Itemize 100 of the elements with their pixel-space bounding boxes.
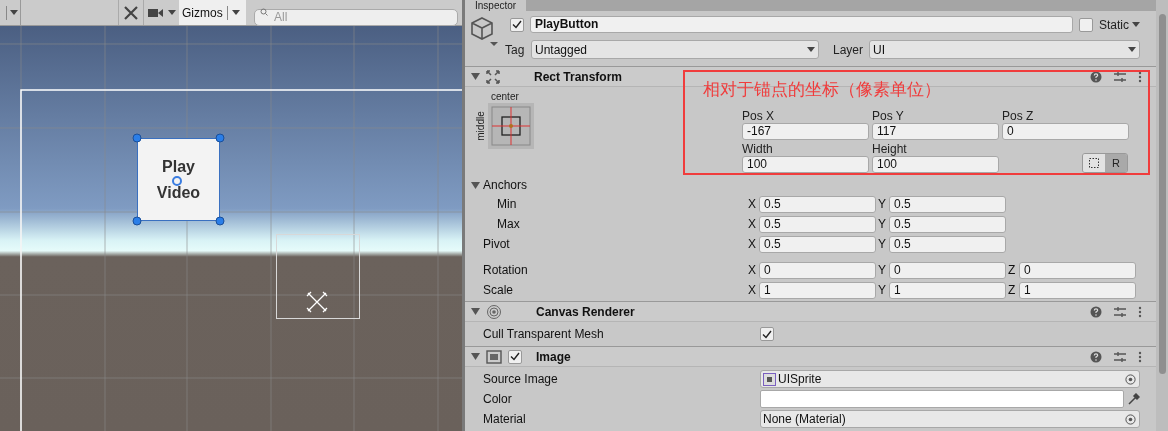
number-field[interactable]: 0.5 <box>889 235 1006 253</box>
axis-label: Z <box>1008 282 1017 299</box>
tag-label: Tag <box>504 41 526 59</box>
gizmos-dropdown[interactable]: Gizmos <box>179 0 246 25</box>
foldout-arrow-icon[interactable] <box>471 308 480 315</box>
number-field[interactable]: 1 <box>759 281 876 299</box>
inspector-tab[interactable]: Inspector <box>465 0 527 11</box>
resize-handle[interactable] <box>132 216 142 226</box>
blueprint-mode-button[interactable] <box>1083 154 1105 172</box>
caret-icon <box>231 10 240 15</box>
axis-label: X <box>748 196 757 213</box>
presets-icon[interactable] <box>1114 70 1126 83</box>
axis-label: Z <box>1008 262 1017 279</box>
static-checkbox[interactable] <box>1079 17 1093 32</box>
caret-icon <box>10 10 18 15</box>
caret-icon <box>807 47 815 52</box>
dashed-square-icon <box>1089 158 1099 168</box>
layer-label: Layer <box>832 41 865 59</box>
help-icon[interactable] <box>1090 305 1102 318</box>
anchors-label[interactable]: Anchors <box>483 176 528 194</box>
object-field[interactable]: None (Material) <box>760 410 1140 428</box>
anchor-horizontal-label: center <box>491 91 519 103</box>
checkbox[interactable] <box>760 327 774 341</box>
image-icon <box>486 349 502 364</box>
field-label: Pos Y <box>872 109 905 123</box>
component-title: Canvas Renderer <box>536 303 636 321</box>
axis-label: X <box>748 216 757 233</box>
component-header[interactable]: Canvas Renderer <box>465 301 1156 322</box>
property-label: Scale <box>482 282 515 299</box>
foldout-arrow-icon[interactable] <box>471 353 480 360</box>
number-field[interactable]: 0 <box>759 261 876 279</box>
property-label: Material <box>483 411 527 428</box>
number-field[interactable]: 1 <box>889 281 1006 299</box>
layer-dropdown[interactable]: UI <box>869 40 1140 59</box>
axis-label: Y <box>878 282 887 299</box>
cube-icon[interactable] <box>470 16 498 46</box>
number-field[interactable]: 0 <box>1019 261 1136 279</box>
property-label: Max <box>496 216 521 233</box>
axis-label: Y <box>878 216 887 233</box>
number-field[interactable]: 0.5 <box>759 235 876 253</box>
active-checkbox[interactable] <box>510 17 524 32</box>
number-field[interactable]: 0.5 <box>889 215 1006 233</box>
eyedropper-icon[interactable] <box>1128 393 1140 405</box>
number-field[interactable]: 0.5 <box>759 195 876 213</box>
resize-handle[interactable] <box>215 216 225 226</box>
resize-handle[interactable] <box>132 133 142 143</box>
pivot-handle[interactable] <box>172 176 182 186</box>
enable-checkbox[interactable] <box>508 349 522 364</box>
caret-icon <box>167 10 176 15</box>
color-field[interactable] <box>760 390 1124 408</box>
component-title: Rect Transform <box>534 68 624 86</box>
search-field[interactable]: All <box>254 8 458 26</box>
object-picker-icon[interactable] <box>1125 373 1136 385</box>
raw-edit-button[interactable]: R <box>1105 154 1127 172</box>
number-field[interactable]: 0 <box>1002 123 1129 140</box>
number-field[interactable]: 100 <box>872 156 999 173</box>
presets-icon[interactable] <box>1114 305 1126 318</box>
axis-label: Y <box>878 236 887 253</box>
field-label: Pos Z <box>1002 109 1035 123</box>
object-field[interactable]: UISprite <box>760 370 1140 388</box>
number-field[interactable]: 0.5 <box>889 195 1006 213</box>
tag-dropdown[interactable]: Untagged <box>531 40 819 59</box>
number-field[interactable]: -167 <box>742 123 869 140</box>
property-label: Rotation <box>482 262 529 279</box>
scrollbar[interactable] <box>1156 0 1168 431</box>
axis-label: Y <box>878 262 887 279</box>
caret-icon <box>1132 22 1140 27</box>
anchor-preset-icon[interactable] <box>488 103 534 149</box>
resize-handle[interactable] <box>215 133 225 143</box>
component-title: Image <box>536 348 572 366</box>
static-dropdown[interactable]: Static <box>1099 15 1140 34</box>
more-options-icon[interactable] <box>1138 350 1142 363</box>
axis-label: Y <box>878 196 887 213</box>
foldout-arrow-icon[interactable] <box>471 73 480 80</box>
sprite-icon <box>763 372 776 386</box>
name-field[interactable]: PlayButton <box>530 16 1073 33</box>
more-options-icon[interactable] <box>1138 70 1142 83</box>
number-field[interactable]: 0 <box>889 261 1006 279</box>
move-gizmo-icon <box>305 290 329 314</box>
property-label: Pivot <box>482 236 511 253</box>
axis-label: X <box>748 236 757 253</box>
help-icon[interactable] <box>1090 350 1102 363</box>
number-field[interactable]: 0.5 <box>759 215 876 233</box>
more-options-icon[interactable] <box>1138 305 1142 318</box>
anchor-vertical-label: middle <box>475 111 487 141</box>
help-icon[interactable] <box>1090 70 1102 83</box>
field-label: Pos X <box>742 109 775 123</box>
button-label: Video <box>156 184 201 201</box>
foldout-arrow-icon[interactable] <box>471 181 480 189</box>
rect-transform-icon <box>486 69 500 84</box>
number-field[interactable]: 100 <box>742 156 869 173</box>
presets-icon[interactable] <box>1114 350 1126 363</box>
number-field[interactable]: 117 <box>872 123 999 140</box>
ui-button[interactable]: Play Video <box>137 138 220 221</box>
number-field[interactable]: 1 <box>1019 281 1136 299</box>
component-header[interactable]: Image <box>465 346 1156 367</box>
camera-icon <box>147 7 164 18</box>
property-label: Source Image <box>483 371 559 388</box>
object-picker-icon[interactable] <box>1125 413 1136 425</box>
axis-label: X <box>748 262 757 279</box>
